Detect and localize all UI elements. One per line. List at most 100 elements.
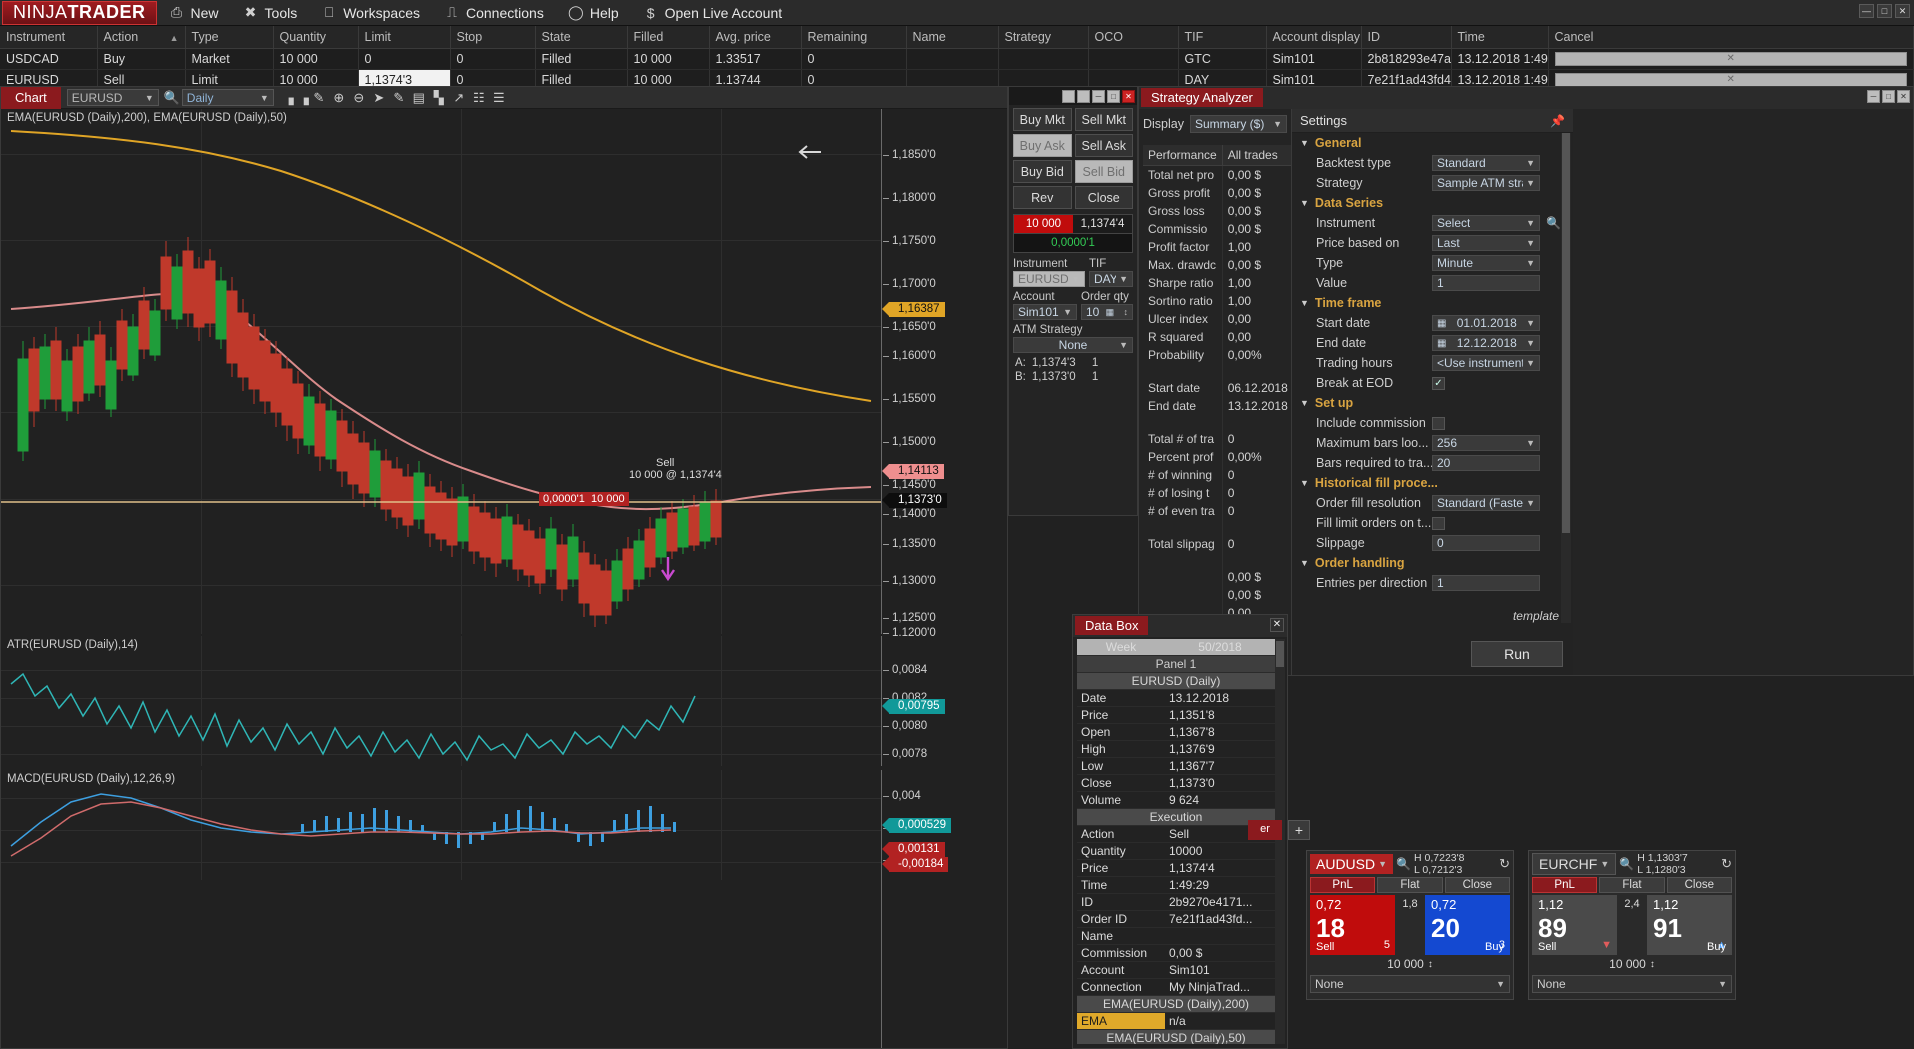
settings-group-set-up[interactable]: ▼ Set up	[1292, 393, 1564, 413]
atr-axis[interactable]: 0,0084 0,0082 0,0080 0,0078 0,0076 0,007…	[881, 636, 1007, 788]
template-label[interactable]: template	[1513, 609, 1559, 623]
bar-type-icon[interactable]: ▖▗	[289, 89, 309, 107]
col-quantity[interactable]: Quantity	[273, 26, 359, 49]
cell-stop[interactable]: 0	[450, 48, 536, 70]
data-series-icon[interactable]: ▤	[409, 89, 429, 107]
fx-tab-close[interactable]: Close	[1666, 877, 1732, 893]
price-axis[interactable]: 1,1850'0 1,1800'0 1,1750'0 1,1700'0 1,16…	[881, 109, 1007, 639]
interval-selector[interactable]: Daily ▼	[181, 89, 274, 106]
minimize-button[interactable]: ─	[1867, 90, 1880, 103]
settings-value[interactable]: 0	[1432, 535, 1540, 551]
cancel-order-button[interactable]: ✕	[1554, 52, 1907, 66]
menu-help[interactable]: ◯ Help	[556, 0, 631, 26]
chevron-down-icon[interactable]: ▼	[1300, 298, 1309, 308]
minimize-button[interactable]: —	[1859, 4, 1874, 18]
settings-group-data-series[interactable]: ▼ Data Series	[1292, 193, 1564, 213]
col-account-display-name[interactable]: Account display n	[1266, 26, 1362, 49]
col-performance[interactable]: Performance	[1143, 145, 1223, 166]
menu-new[interactable]: ⎙ New	[157, 0, 231, 26]
data-box-scrollbar[interactable]	[1275, 639, 1285, 1044]
settings-value[interactable]: Standard (Fastest)▼	[1432, 495, 1540, 511]
close-icon[interactable]: ✕	[1270, 618, 1284, 632]
search-icon[interactable]: 🔍	[1619, 857, 1634, 871]
fx-quantity-stepper[interactable]: 10 000 ↕	[1529, 955, 1735, 973]
account-dropdown[interactable]: Sim101 ▼	[1013, 304, 1077, 320]
settings-checkbox[interactable]: ✓	[1432, 376, 1445, 390]
settings-value[interactable]: ▦ 12.12.2018 ▼	[1432, 335, 1540, 351]
fx-buy-cell[interactable]: 0,72 20 3 Buy	[1425, 895, 1510, 955]
fx-tab-pnl[interactable]: PnL	[1532, 877, 1598, 893]
restore-button-2[interactable]	[1077, 89, 1090, 103]
col-name[interactable]: Name	[906, 26, 999, 49]
list-icon[interactable]: ☰	[489, 89, 509, 107]
restore-button-1[interactable]	[1062, 89, 1075, 103]
settings-group-order-handling[interactable]: ▼ Order handling	[1292, 553, 1564, 573]
sell-ask-button[interactable]: Sell Ask	[1074, 134, 1133, 157]
col-tif[interactable]: TIF	[1178, 26, 1267, 49]
atr-pane[interactable]: ATR(EURUSD (Daily),14)	[1, 636, 881, 766]
close-button[interactable]: ✕	[1895, 4, 1910, 18]
maximize-button[interactable]: □	[1882, 90, 1895, 103]
settings-checkbox[interactable]	[1432, 416, 1445, 430]
calculator-icon[interactable]: ▦	[1106, 307, 1115, 318]
chevron-down-icon[interactable]: ▼	[1300, 558, 1309, 568]
settings-group-time-frame[interactable]: ▼ Time frame	[1292, 293, 1564, 313]
close-button[interactable]: ✕	[1897, 90, 1910, 103]
settings-value[interactable]: 20	[1432, 455, 1540, 471]
fx-symbol-selector[interactable]: EURCHF ▼	[1532, 853, 1617, 875]
search-icon[interactable]: 🔍	[1396, 857, 1411, 871]
col-strategy[interactable]: Strategy	[998, 26, 1089, 49]
fx-symbol-selector[interactable]: AUDUSD ▼	[1310, 854, 1394, 874]
display-dropdown[interactable]: Summary ($) ▼	[1190, 115, 1287, 133]
indicators-icon[interactable]: ▚	[429, 89, 449, 107]
col-instrument[interactable]: Instrument	[0, 26, 98, 49]
settings-value[interactable]: <Use instrument...▼	[1432, 355, 1540, 371]
data-box-content[interactable]: Week 50/2018 Panel 1 EURUSD (Daily) Date 13.1…	[1077, 639, 1275, 1044]
fx-tab-flat[interactable]: Flat	[1599, 877, 1665, 893]
tab-chart[interactable]: Chart	[1, 86, 61, 109]
drawing-tools-icon[interactable]: ✎	[309, 89, 329, 107]
maximize-button[interactable]: □	[1877, 4, 1892, 18]
chevron-down-icon[interactable]: ▼	[1300, 478, 1309, 488]
zoom-in-icon[interactable]: ⊕	[329, 89, 349, 107]
scrollbar-thumb[interactable]	[1562, 133, 1570, 533]
chevron-down-icon[interactable]: ▼	[1300, 398, 1309, 408]
tab-strategy-analyzer[interactable]: Strategy Analyzer	[1141, 88, 1263, 107]
col-limit[interactable]: Limit	[358, 26, 451, 49]
chevron-down-icon[interactable]: ▼	[1300, 198, 1309, 208]
search-icon[interactable]: 🔍	[1546, 216, 1561, 230]
properties-icon[interactable]: ☷	[469, 89, 489, 107]
pin-icon[interactable]: 📌	[1550, 114, 1565, 128]
settings-value[interactable]: Minute ▼	[1432, 255, 1540, 271]
instrument-dropdown[interactable]: EURUSD ▼	[1013, 271, 1085, 287]
settings-group-historical-fill-proce-[interactable]: ▼ Historical fill proce...	[1292, 473, 1564, 493]
stepper-updown-icon[interactable]: ↕	[1428, 959, 1433, 970]
col-avg-price[interactable]: Avg. price	[709, 26, 802, 49]
refresh-icon[interactable]: ↻	[1721, 856, 1732, 872]
minimize-button[interactable]: ─	[1092, 89, 1105, 103]
macd-axis[interactable]: 0,004 0,002 0 0,000529 0,00131 -0,00184	[881, 770, 1007, 1048]
col-remaining[interactable]: Remaining	[801, 26, 907, 49]
buy-ask-button[interactable]: Buy Ask	[1013, 134, 1072, 157]
cell-cancel[interactable]: ✕	[1548, 48, 1914, 70]
zoom-out-icon[interactable]: ⊖	[349, 89, 369, 107]
settings-checkbox[interactable]	[1432, 516, 1445, 530]
settings-value[interactable]: Sample ATM strategy▼	[1432, 175, 1540, 191]
atm-strategy-dropdown[interactable]: None ▼	[1013, 337, 1133, 353]
stepper-updown-icon[interactable]: ↕	[1650, 959, 1655, 970]
chevron-down-icon[interactable]: ▼	[1300, 138, 1309, 148]
buy-mkt-button[interactable]: Buy Mkt	[1013, 108, 1072, 131]
close-button[interactable]: ✕	[1122, 89, 1135, 103]
reverse-button[interactable]: Rev	[1013, 186, 1072, 209]
table-row[interactable]: USDCAD Buy Market 10 000 0 0 Filled 10 0…	[0, 48, 1914, 70]
settings-value[interactable]: Select ▼	[1432, 215, 1540, 231]
col-stop[interactable]: Stop	[450, 26, 536, 49]
menu-workspaces[interactable]: ⎕ Workspaces	[309, 0, 432, 26]
col-cancel[interactable]: Cancel	[1548, 26, 1914, 49]
col-id[interactable]: ID	[1361, 26, 1452, 49]
sell-bid-button[interactable]: Sell Bid	[1074, 160, 1133, 183]
col-action[interactable]: Action ▲	[97, 26, 186, 49]
settings-value[interactable]: 256 ▼	[1432, 435, 1540, 451]
col-time[interactable]: Time	[1451, 26, 1549, 49]
order-qty-stepper[interactable]: 10 ▦ ↕	[1081, 304, 1133, 320]
